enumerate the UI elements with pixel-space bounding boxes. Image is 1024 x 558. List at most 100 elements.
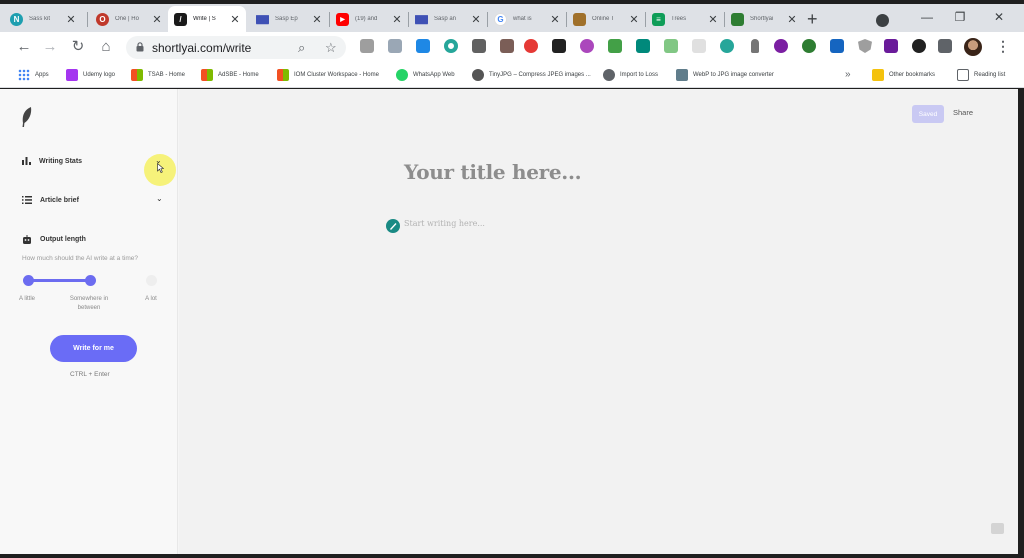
bookmarks-overflow-icon[interactable]: » <box>845 69 851 80</box>
chevron-down-icon[interactable]: ⌄ <box>156 194 163 203</box>
save-button[interactable]: Saved <box>912 105 944 123</box>
zoom-icon[interactable]: ⌕ <box>298 40 305 56</box>
bookmark-item[interactable]: Other bookmarks <box>872 68 935 82</box>
browser-tab[interactable]: Sasp Ep ✕ <box>250 6 328 32</box>
microphone-icon[interactable] <box>751 39 759 53</box>
close-icon[interactable]: ✕ <box>66 13 76 26</box>
ai-assist-icon[interactable] <box>386 219 400 233</box>
bookmark-item[interactable]: TSAB - Home <box>131 68 185 82</box>
bookmark-item[interactable]: Import to Loss <box>603 68 658 82</box>
extension-icon[interactable] <box>692 39 706 53</box>
close-icon[interactable]: ✕ <box>471 13 481 26</box>
output-length-heading: Output length <box>22 235 86 244</box>
close-icon[interactable]: ✕ <box>152 13 162 26</box>
chat-extension-icon[interactable] <box>472 39 486 53</box>
tab-search-icon[interactable] <box>876 14 889 27</box>
browser-tab[interactable]: ≡ Trees ✕ <box>646 6 724 32</box>
close-icon[interactable]: ✕ <box>708 13 718 26</box>
bookmark-label: TSAB - Home <box>148 72 186 78</box>
close-icon[interactable]: ✕ <box>629 13 639 26</box>
forward-arrow-icon[interactable]: → <box>41 39 59 55</box>
share-button[interactable]: Share <box>953 108 973 117</box>
bookmark-item[interactable]: Reading list <box>957 68 1005 82</box>
browser-tab[interactable]: O One | Ho ✕ <box>90 6 168 32</box>
address-bar[interactable]: shortlyai.com/write ⌕ ☆ <box>126 36 346 59</box>
extension-icon[interactable] <box>884 39 898 53</box>
browser-tab-active[interactable]: / Write | S ✕ <box>168 6 246 32</box>
slider-label-middle: Somewhere in between <box>69 296 109 311</box>
tab-title: (19) and <box>355 16 378 22</box>
close-icon[interactable]: ✕ <box>230 13 240 26</box>
extension-icon[interactable] <box>580 39 594 53</box>
output-length-hint: How much should the AI write at a time? <box>22 255 138 262</box>
editor-area: Saved Share Your title here... Start wri… <box>179 89 1018 554</box>
browser-tab[interactable]: Shortlyai ✕ <box>725 6 803 32</box>
arrow-extension-icon[interactable] <box>416 39 430 53</box>
extension-icon[interactable] <box>830 39 844 53</box>
avatar[interactable] <box>964 38 982 56</box>
bookmark-label: Udemy logo <box>83 72 116 78</box>
udemy-icon <box>66 69 78 81</box>
microsoft-icon <box>131 69 143 81</box>
browser-tab[interactable]: N Sass kit ✕ <box>4 6 82 32</box>
close-icon[interactable]: ✕ <box>550 13 560 26</box>
more-menu-icon[interactable]: ⋮ <box>996 38 1010 55</box>
bookmark-item[interactable]: Udemy logo <box>66 68 115 82</box>
close-icon[interactable]: ✕ <box>392 13 402 26</box>
dollar-extension-icon[interactable] <box>524 39 538 53</box>
bookmark-label: Other bookmarks <box>889 72 936 78</box>
chat-icon[interactable] <box>991 523 1004 534</box>
bookmark-star-icon[interactable]: ☆ <box>325 40 337 56</box>
write-for-me-button[interactable]: Write for me <box>50 335 137 362</box>
close-icon[interactable]: ✕ <box>312 13 322 26</box>
bookmark-item[interactable]: WhatsApp Web <box>396 68 455 82</box>
home-icon[interactable]: ⌂ <box>97 39 115 55</box>
window-close-icon[interactable]: ✕ <box>990 10 1008 24</box>
extension-icon[interactable] <box>774 39 788 53</box>
extension-icon[interactable] <box>802 39 816 53</box>
browser-tab[interactable]: Sasp an ✕ <box>409 6 487 32</box>
extension-icon[interactable] <box>388 39 402 53</box>
extension-icon[interactable] <box>720 39 734 53</box>
output-length-slider-track[interactable] <box>28 279 91 282</box>
slider-end-knob[interactable] <box>146 275 157 286</box>
slider-handle[interactable] <box>85 275 96 286</box>
body-input[interactable]: Start writing here... <box>404 219 485 228</box>
back-arrow-icon[interactable]: ← <box>15 39 33 55</box>
extension-icon[interactable] <box>664 39 678 53</box>
browser-tab[interactable]: ▶ (19) and ✕ <box>330 6 408 32</box>
bookmark-item[interactable]: IOM Cluster Workspace - Home <box>277 68 379 82</box>
extension-icon[interactable] <box>636 39 650 53</box>
minimize-icon[interactable]: — <box>918 10 936 24</box>
browser-tab[interactable]: G what is ✕ <box>488 6 566 32</box>
microsoft-icon <box>277 69 289 81</box>
article-brief-toggle[interactable]: Article brief <box>22 196 79 204</box>
tab-strip: N Sass kit ✕ O One | Ho ✕ / Write | S ✕ … <box>0 4 1024 32</box>
quill-icon: / <box>174 12 187 26</box>
reload-icon[interactable]: ↻ <box>69 39 87 55</box>
browser-tab[interactable]: Online T ✕ <box>567 6 645 32</box>
puzzle-icon[interactable] <box>938 39 952 53</box>
robot-icon <box>23 235 31 244</box>
writing-stats-toggle[interactable]: Writing Stats <box>22 157 82 165</box>
restore-icon[interactable]: ❐ <box>951 10 969 24</box>
bookmark-item[interactable]: Apps <box>18 68 49 82</box>
close-icon[interactable]: ✕ <box>787 13 797 26</box>
bookmark-label: AdSBE - Home <box>218 72 259 78</box>
bookmark-item[interactable]: AdSBE - Home <box>201 68 259 82</box>
extension-icon[interactable] <box>500 39 514 53</box>
title-input[interactable]: Your title here... <box>404 160 582 184</box>
camera-extension-icon[interactable] <box>360 39 374 53</box>
bookmark-label: Import to Loss <box>620 72 659 78</box>
slider-start-knob[interactable] <box>23 275 34 286</box>
bookmark-item[interactable]: WebP to JPG image converter <box>676 68 774 82</box>
youtube-icon: ▶ <box>336 12 349 26</box>
bookmark-item[interactable]: TinyJPG – Compress JPEG images ... <box>472 68 591 82</box>
extension-icon[interactable] <box>552 39 566 53</box>
sheets-icon: ≡ <box>652 12 665 26</box>
extension-icon[interactable] <box>912 39 926 53</box>
tab-title: One | Ho <box>115 16 139 22</box>
new-tab-plus-icon[interactable]: + <box>807 10 818 28</box>
plus-extension-icon[interactable] <box>444 39 458 53</box>
robot-extension-icon[interactable] <box>608 39 622 53</box>
